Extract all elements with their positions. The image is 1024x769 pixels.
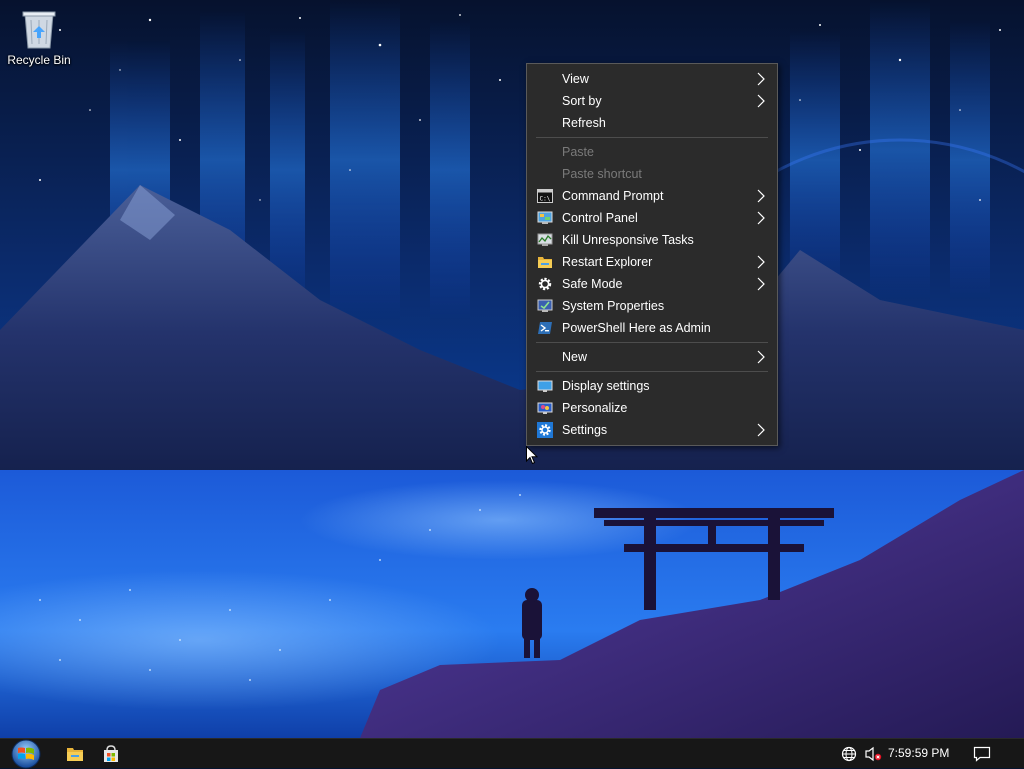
settings-gear-icon xyxy=(537,422,553,438)
gear-icon xyxy=(538,277,552,291)
taskbar-file-explorer[interactable] xyxy=(60,739,90,769)
taskbar: 7:59:59 PM xyxy=(0,738,1024,769)
menu-separator xyxy=(536,137,768,138)
folder-icon xyxy=(538,257,552,268)
menu-item-display-settings[interactable]: Display settings xyxy=(529,375,775,397)
menu-item-control-panel[interactable]: Control Panel xyxy=(529,207,775,229)
mouse-cursor-icon xyxy=(526,446,538,465)
menu-item-restart-explorer[interactable]: Restart Explorer xyxy=(529,251,775,273)
menu-item-label: Paste xyxy=(562,145,594,159)
control-panel-icon xyxy=(537,211,553,224)
menu-item-new[interactable]: New xyxy=(529,346,775,368)
menu-item-sort-by[interactable]: Sort by xyxy=(529,90,775,112)
menu-item-label: Kill Unresponsive Tasks xyxy=(562,233,694,247)
powershell-icon xyxy=(538,322,552,334)
command-prompt-icon: C:\ xyxy=(537,189,553,203)
menu-item-refresh[interactable]: Refresh xyxy=(529,112,775,134)
display-icon xyxy=(537,380,553,392)
notification-icon xyxy=(973,746,991,762)
menu-item-label: Restart Explorer xyxy=(562,255,653,269)
menu-item-kill-unresponsive-tasks[interactable]: Kill Unresponsive Tasks xyxy=(529,229,775,251)
tray-network[interactable] xyxy=(838,739,860,769)
file-explorer-icon xyxy=(67,748,83,761)
start-button[interactable] xyxy=(4,739,48,769)
menu-item-paste-shortcut: Paste shortcut xyxy=(529,163,775,185)
desktop-wallpaper xyxy=(0,0,1024,738)
windows-start-orb-icon xyxy=(11,739,41,769)
menu-item-label: Sort by xyxy=(562,94,602,108)
chevron-right-icon xyxy=(757,211,765,225)
desktop-context-menu: View Sort by Refresh Paste Paste shortcu… xyxy=(526,63,778,446)
chevron-right-icon xyxy=(757,189,765,203)
menu-item-label: Personalize xyxy=(562,401,628,415)
menu-item-label: View xyxy=(562,72,589,86)
recycle-bin-icon xyxy=(22,11,56,49)
menu-item-safe-mode[interactable]: Safe Mode xyxy=(529,273,775,295)
personalize-icon xyxy=(537,402,553,414)
tray-volume[interactable] xyxy=(862,739,884,769)
menu-item-command-prompt[interactable]: C:\ Command Prompt xyxy=(529,185,775,207)
chevron-right-icon xyxy=(757,72,765,86)
volume-muted-icon xyxy=(865,746,882,762)
menu-item-label: Paste shortcut xyxy=(562,167,642,181)
system-properties-icon xyxy=(537,299,553,312)
store-icon xyxy=(104,745,118,762)
menu-item-view[interactable]: View xyxy=(529,68,775,90)
menu-item-system-properties[interactable]: System Properties xyxy=(529,295,775,317)
network-globe-icon xyxy=(841,746,857,762)
menu-item-label: Refresh xyxy=(562,116,606,130)
menu-item-label: Display settings xyxy=(562,379,650,393)
menu-item-label: Control Panel xyxy=(562,211,638,225)
chevron-right-icon xyxy=(757,94,765,108)
menu-separator xyxy=(536,371,768,372)
menu-item-label: PowerShell Here as Admin xyxy=(562,321,711,335)
chevron-right-icon xyxy=(757,423,765,437)
taskbar-clock[interactable]: 7:59:59 PM xyxy=(888,746,949,760)
menu-item-label: System Properties xyxy=(562,299,665,313)
svg-text:C:\: C:\ xyxy=(540,196,551,203)
menu-item-label: Command Prompt xyxy=(562,189,664,203)
recycle-bin-shortcut[interactable]: Recycle Bin xyxy=(4,4,74,76)
menu-item-settings[interactable]: Settings xyxy=(529,419,775,441)
menu-item-paste: Paste xyxy=(529,141,775,163)
action-center-button[interactable] xyxy=(968,739,996,769)
menu-item-label: Safe Mode xyxy=(562,277,623,291)
chevron-right-icon xyxy=(757,350,765,364)
menu-item-label: Settings xyxy=(562,423,608,437)
chevron-right-icon xyxy=(757,277,765,291)
menu-item-powershell-admin[interactable]: PowerShell Here as Admin xyxy=(529,317,775,339)
menu-item-personalize[interactable]: Personalize xyxy=(529,397,775,419)
chevron-right-icon xyxy=(757,255,765,269)
task-manager-icon xyxy=(537,233,553,246)
taskbar-store[interactable] xyxy=(96,739,126,769)
recycle-bin-label: Recycle Bin xyxy=(7,53,71,67)
menu-separator xyxy=(536,342,768,343)
menu-item-label: New xyxy=(562,350,588,364)
